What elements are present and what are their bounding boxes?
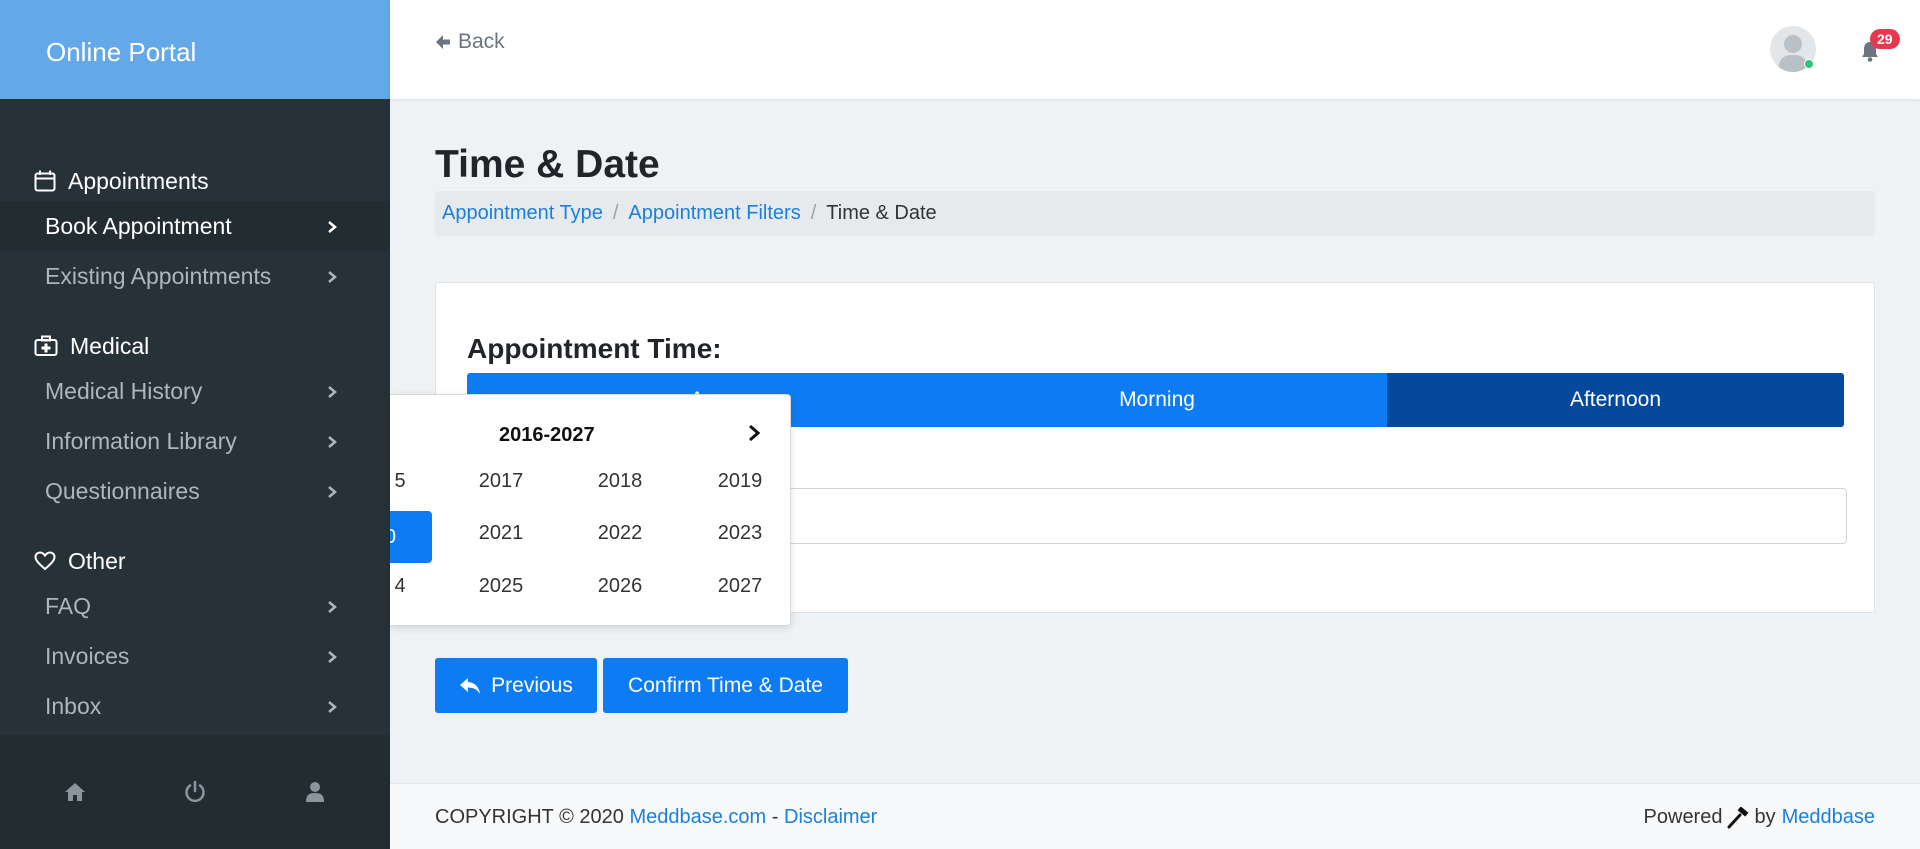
year-cell[interactable]: 4 <box>390 560 450 612</box>
year-cell[interactable]: 2017 <box>451 455 551 507</box>
sidebar-item-existing-appointments[interactable]: Existing Appointments <box>0 251 390 301</box>
topbar: Back 29 <box>390 0 1920 99</box>
year-cell[interactable]: 2018 <box>570 455 670 507</box>
year-cell[interactable]: 2027 <box>690 560 790 612</box>
reply-icon <box>460 677 481 694</box>
breadcrumb-separator: / <box>612 202 619 224</box>
footer-powered: Powered by Meddbase <box>1644 806 1875 829</box>
sidebar-item-label: Invoices <box>45 643 130 669</box>
page-title: Time & Date <box>435 143 660 186</box>
previous-label: Previous <box>491 673 573 697</box>
confirm-time-date-button[interactable]: Confirm Time & Date <box>603 658 848 713</box>
year-cell[interactable]: 2023 <box>690 507 790 559</box>
chevron-right-icon <box>326 201 338 251</box>
chevron-right-icon <box>326 631 338 681</box>
online-status-dot <box>1804 59 1814 69</box>
footer-dash: - <box>771 806 779 828</box>
section-title: Medical <box>70 332 150 359</box>
segment-afternoon[interactable]: Afternoon <box>1387 373 1844 427</box>
brand-title: Online Portal <box>0 0 390 99</box>
sidebar: Online Portal Appointments Book Appointm… <box>0 0 390 849</box>
breadcrumb-current: Time & Date <box>826 202 937 224</box>
card-title: Appointment Time: <box>467 333 722 364</box>
sidebar-item-label: Book Appointment <box>45 213 232 239</box>
year-cell-label: 0 <box>390 526 396 549</box>
chevron-right-icon <box>326 466 338 516</box>
sidebar-item-label: FAQ <box>45 593 92 619</box>
sidebar-item-label: Information Library <box>45 428 237 454</box>
sidebar-item-book-appointment[interactable]: Book Appointment <box>0 201 390 251</box>
sidebar-item-label: Inbox <box>45 693 102 719</box>
sidebar-item-medical-history[interactable]: Medical History <box>0 366 390 416</box>
chevron-right-icon <box>326 581 338 631</box>
calendar-icon <box>34 170 56 192</box>
powered-text: Powered <box>1643 806 1723 828</box>
sidebar-footer <box>0 735 390 849</box>
back-label: Back <box>458 30 505 53</box>
footer-copyright: COPYRIGHT © 2020 Meddbase.com - Disclaim… <box>435 806 877 829</box>
by-text: by <box>1754 806 1776 828</box>
year-picker: 2016-2027 5 2017 2018 2019 0 2021 2022 2… <box>390 394 791 626</box>
breadcrumb-separator: / <box>810 202 817 224</box>
meddbase-site-link[interactable]: Meddbase.com <box>629 806 766 828</box>
notification-badge: 29 <box>1870 29 1900 49</box>
arrow-left-icon <box>436 35 450 49</box>
breadcrumb-appointment-type[interactable]: Appointment Type <box>442 202 603 225</box>
section-title: Appointments <box>68 167 209 194</box>
back-button[interactable]: Back <box>434 30 505 54</box>
year-cell[interactable]: 5 <box>390 455 450 507</box>
copyright-text: COPYRIGHT © 2020 <box>435 806 624 828</box>
sidebar-item-invoices[interactable]: Invoices <box>0 631 390 681</box>
year-cell[interactable]: 2025 <box>451 560 551 612</box>
year-cell[interactable]: 2019 <box>690 455 790 507</box>
previous-button[interactable]: Previous <box>435 658 597 713</box>
sidebar-item-label: Medical History <box>45 378 203 404</box>
breadcrumb: Appointment Type / Appointment Filters /… <box>435 191 1875 236</box>
sidebar-item-label: Questionnaires <box>45 478 200 504</box>
heart-icon <box>34 551 56 571</box>
medical-kit-icon <box>34 335 58 356</box>
chevron-right-icon <box>326 366 338 416</box>
section-other: Other <box>0 541 390 581</box>
chevron-right-icon[interactable] <box>746 423 762 448</box>
sidebar-item-information-library[interactable]: Information Library <box>0 416 390 466</box>
section-medical: Medical <box>0 326 390 366</box>
year-cell-selected[interactable]: 0 <box>390 511 432 563</box>
user-icon[interactable] <box>295 772 335 812</box>
sidebar-item-label: Existing Appointments <box>45 263 272 289</box>
hammer-icon <box>1727 806 1749 828</box>
year-cell[interactable]: 2022 <box>570 507 670 559</box>
disclaimer-link[interactable]: Disclaimer <box>784 806 877 828</box>
sidebar-nav[interactable]: Appointments Book Appointment Existing A… <box>0 99 390 735</box>
section-title: Other <box>68 547 126 574</box>
sidebar-item-questionnaires[interactable]: Questionnaires <box>0 466 390 516</box>
breadcrumb-appointment-filters[interactable]: Appointment Filters <box>628 202 800 225</box>
page-footer: COPYRIGHT © 2020 Meddbase.com - Disclaim… <box>390 783 1920 849</box>
power-icon[interactable] <box>175 772 215 812</box>
chevron-right-icon <box>326 251 338 301</box>
sidebar-item-inbox[interactable]: Inbox <box>0 681 390 731</box>
chevron-right-icon <box>326 416 338 466</box>
sidebar-item-faq[interactable]: FAQ <box>0 581 390 631</box>
section-appointments: Appointments <box>0 161 390 201</box>
home-icon[interactable] <box>55 772 95 812</box>
year-range-label[interactable]: 2016-2027 <box>499 424 595 447</box>
meddbase-link[interactable]: Meddbase <box>1782 806 1875 829</box>
year-cell[interactable]: 2021 <box>451 507 551 559</box>
chevron-right-icon <box>326 681 338 731</box>
segment-morning[interactable]: Morning <box>927 373 1387 427</box>
year-cell[interactable]: 2026 <box>570 560 670 612</box>
